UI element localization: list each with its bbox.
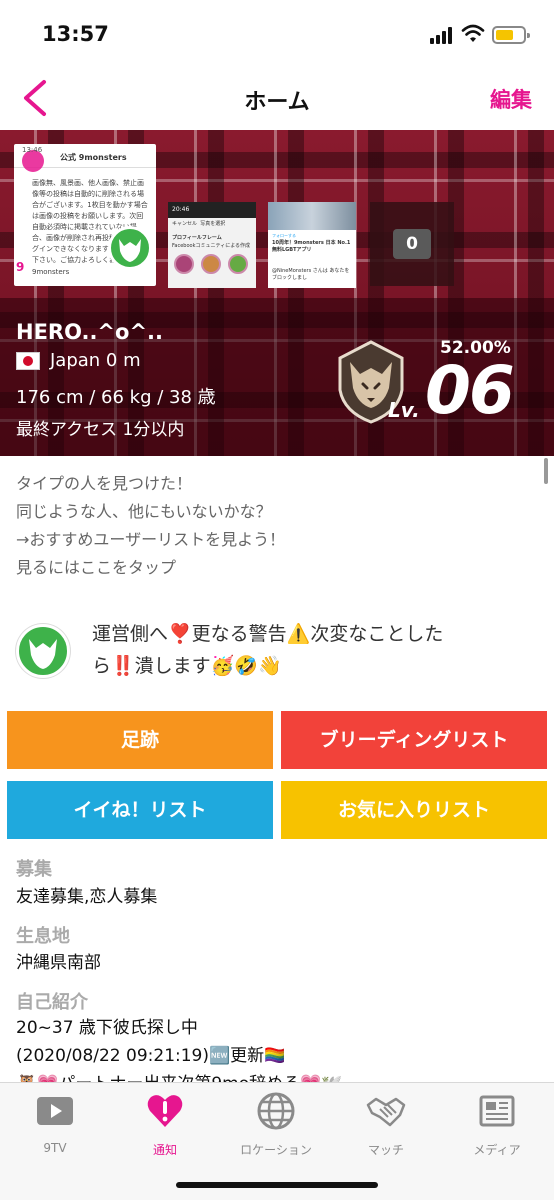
tab-media[interactable]: メディア	[442, 1091, 552, 1161]
likes-list-button[interactable]: イイね！リスト	[7, 781, 273, 839]
signal-icon	[430, 26, 456, 44]
thumb3-headline: 10周年！9monsters 日本 No.1 無料LGBTアプリ	[272, 240, 351, 253]
photo-thumbnail-3[interactable]: フォローする 10周年！9monsters 日本 No.1 無料LGBTアプリ …	[268, 202, 356, 288]
level-number: 06	[425, 352, 515, 429]
habitat-value: 沖縄県南部	[16, 953, 101, 973]
photo-thumbnail-2[interactable]: 20:46 キャンセル 写真を選択 プロフィールフレーム Facebookコミュ…	[168, 202, 256, 288]
status-time: 13:57	[42, 22, 109, 46]
wolf-badge-icon	[16, 624, 70, 678]
tab-label: マッチ	[367, 1143, 404, 1157]
recruit-label: 募集	[16, 859, 52, 880]
location-distance: Japan 0 m	[50, 350, 141, 371]
thumb-time: 13:46	[22, 146, 43, 154]
battery-icon	[492, 26, 530, 44]
tab-label: 9TV	[43, 1141, 67, 1155]
username: HERO..^o^..	[16, 320, 164, 344]
logo: 9	[16, 260, 25, 274]
handshake-icon	[366, 1097, 406, 1127]
tab-label: メディア	[473, 1143, 521, 1157]
newspaper-icon	[479, 1095, 515, 1127]
last-access: 最終アクセス 1分以内	[16, 420, 185, 440]
thumb3-follow: フォローする	[272, 233, 296, 238]
recommend-banner[interactable]: タイプの人を見つけた！ 同じような人、他にもいないかな？ →おすすめユーザーリス…	[16, 470, 285, 582]
footprint-button[interactable]: 足跡	[7, 711, 273, 769]
thumb2-title: 写真を選択	[200, 221, 226, 227]
japan-flag-icon	[16, 352, 40, 370]
tab-match[interactable]: マッチ	[331, 1091, 441, 1161]
photo-count-tile[interactable]: 0	[370, 202, 454, 286]
tab-9tv[interactable]: 9TV	[0, 1091, 110, 1161]
thumb-brand: 9monsters	[32, 268, 70, 276]
edit-button[interactable]: 編集	[490, 84, 532, 114]
scrollbar[interactable]	[544, 458, 548, 484]
thumb2-time: 20:46	[172, 206, 190, 213]
thumb2-frame-title: プロフィールフレーム	[172, 235, 222, 241]
home-indicator[interactable]	[176, 1182, 378, 1188]
thumb3-blocked: @NineMonsters さんは あなたをブロックしまし	[272, 268, 350, 281]
level-prefix: Lv.	[388, 398, 420, 422]
body-stats: 176 cm / 66 kg / 38 歳	[16, 387, 216, 408]
photo-count: 0	[393, 229, 431, 259]
wifi-icon	[461, 24, 485, 42]
thumb-title: 公式 9monsters	[60, 153, 127, 162]
tab-notifications[interactable]: 通知	[110, 1091, 220, 1161]
thumb2-cancel: キャンセル	[172, 221, 198, 227]
intro-label: 自己紹介	[16, 992, 88, 1013]
main-photo-thumbnail[interactable]: 13:46 公式 9monsters 画像無、風景画、他人画像、禁止画像等の投稿…	[14, 144, 156, 286]
status-message: 運営側へ❣️更なる警告⚠️次変なことした ら‼️潰します🥳🤣👋	[92, 623, 444, 677]
tab-label: ロケーション	[240, 1143, 312, 1157]
favorites-list-button[interactable]: お気に入りリスト	[281, 781, 547, 839]
thumb2-frame-desc: Facebookコミュニティによる作成	[172, 243, 251, 249]
globe-icon	[257, 1092, 295, 1130]
wolf-badge-icon	[108, 226, 152, 270]
status-bar: 13:57	[0, 0, 554, 70]
notification-heart-icon	[147, 1095, 183, 1127]
tab-location[interactable]: ロケーション	[221, 1091, 331, 1161]
nav-bar: ホーム 編集	[0, 70, 554, 128]
recruit-value: 友達募集,恋人募集	[16, 887, 158, 907]
profile-header: 13:46 公式 9monsters 画像無、風景画、他人画像、禁止画像等の投稿…	[0, 130, 554, 456]
page-title: ホーム	[244, 90, 310, 115]
play-icon	[37, 1097, 73, 1125]
breeding-list-button[interactable]: ブリーディングリスト	[281, 711, 547, 769]
habitat-label: 生息地	[16, 926, 70, 947]
tab-label: 通知	[152, 1143, 177, 1157]
